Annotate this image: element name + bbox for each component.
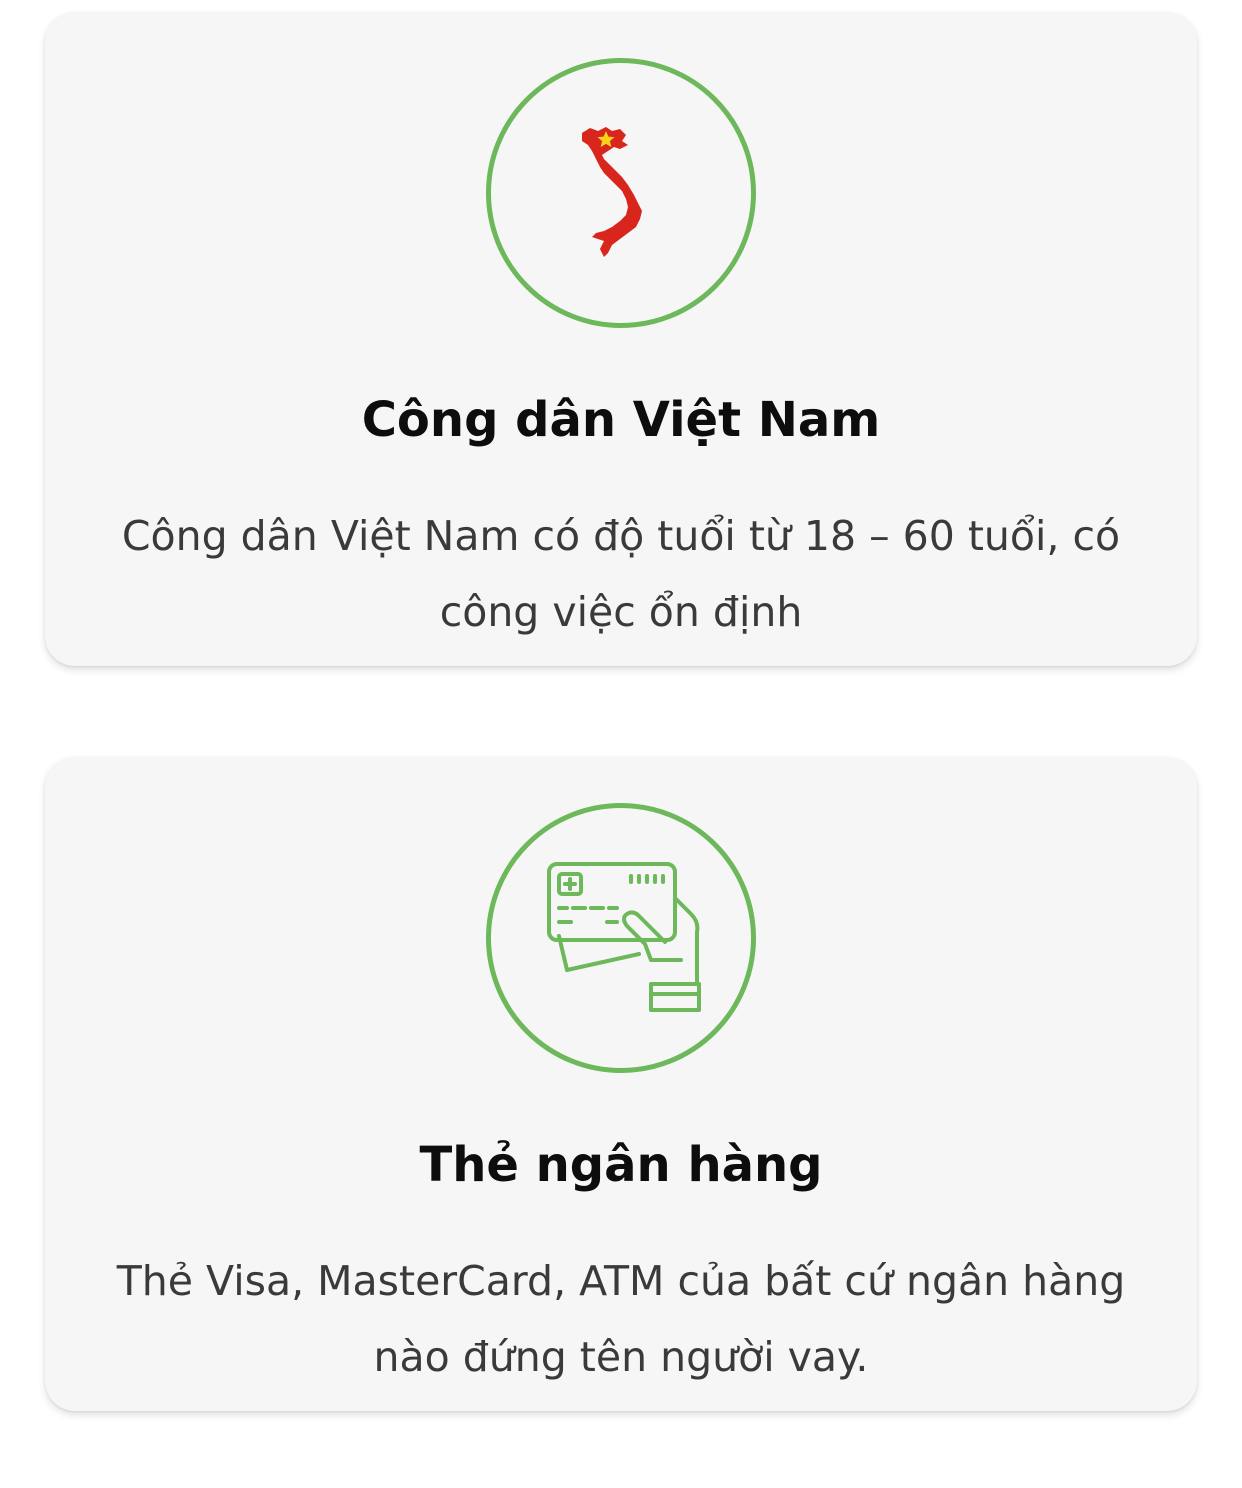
card-title: Thẻ ngân hàng xyxy=(419,1137,823,1193)
card-title: Công dân Việt Nam xyxy=(361,392,881,448)
requirement-card-citizenship: Công dân Việt Nam Công dân Việt Nam có đ… xyxy=(45,12,1197,666)
card-description-line: Công dân Việt Nam có độ tuổi từ 18 – 60 … xyxy=(121,512,1121,560)
citizenship-icon-circle xyxy=(486,58,756,328)
card-description: Công dân Việt Nam có độ tuổi từ 18 – 60 … xyxy=(75,498,1167,650)
vietnam-map-icon xyxy=(582,127,642,257)
card-description-line: Thẻ Visa, MasterCard, ATM của bất cứ ngâ… xyxy=(116,1257,1126,1305)
card-description: Thẻ Visa, MasterCard, ATM của bất cứ ngâ… xyxy=(75,1243,1167,1395)
card-description-line: nào đứng tên người vay. xyxy=(373,1333,869,1381)
requirement-card-bank-card: Thẻ ngân hàng Thẻ Visa, MasterCard, ATM … xyxy=(45,757,1197,1411)
bank-card-icon-circle xyxy=(486,803,756,1073)
bank-card-hand-icon xyxy=(547,862,701,1012)
card-description-line: công việc ổn định xyxy=(439,588,803,636)
